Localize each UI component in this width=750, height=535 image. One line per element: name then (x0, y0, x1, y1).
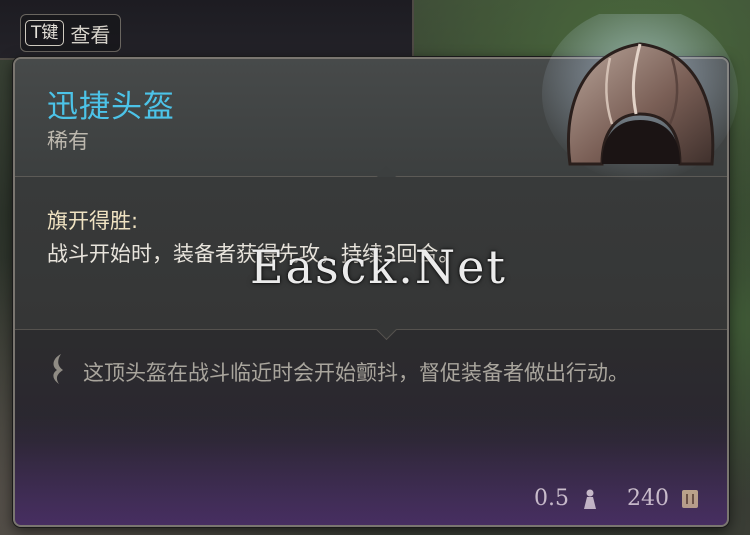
item-rarity: 稀有 (47, 129, 89, 153)
item-name: 迅捷头盔 (47, 89, 175, 125)
hotkey-label: 查看 (70, 22, 111, 47)
hotkey-keycap: T键 (25, 20, 65, 46)
inspect-hotkey-hint[interactable]: T键 查看 (20, 14, 122, 52)
item-weight: 0.5 (534, 486, 569, 511)
lore-text: 这顶头盔在战斗临近时会开始颤抖，督促装备者做出行动。 (83, 361, 629, 385)
top-panel: T键 查看 (0, 0, 414, 60)
watermark: Easck.Net (250, 240, 507, 294)
passive-name: 旗开得胜: (47, 209, 139, 233)
gold-coin-icon (682, 489, 698, 508)
item-stats-footer: 0.5 240 (534, 486, 701, 511)
item-value: 240 (627, 486, 669, 511)
helmet-icon (542, 14, 738, 182)
quill-icon (53, 354, 63, 384)
weight-icon (584, 489, 596, 509)
lore-section: 这顶头盔在战斗临近时会开始颤抖，督促装备者做出行动。 (15, 330, 727, 480)
